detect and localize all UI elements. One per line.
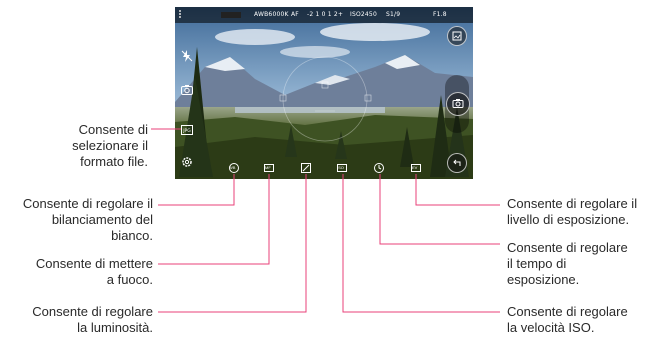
callout-white-balance: Consente di regolare il bilanciamento de… xyxy=(23,196,153,244)
callout-exposure-time-text: Consente di regolare il tempo di esposiz… xyxy=(507,240,628,287)
callout-exposure-level: Consente di regolare il livello di espos… xyxy=(507,196,637,228)
callout-brightness-text: Consente di regolare la luminosità. xyxy=(32,304,153,335)
callout-brightness: Consente di regolare la luminosità. xyxy=(32,304,153,336)
callout-exposure-level-text: Consente di regolare il livello di espos… xyxy=(507,196,638,227)
callout-file-format-text: Consente di selezionare il formato file. xyxy=(72,122,148,169)
callout-iso-speed-text: Consente di regolare la velocità ISO. xyxy=(507,304,628,335)
callout-iso-speed: Consente di regolare la velocità ISO. xyxy=(507,304,628,336)
callout-file-format: Consente di selezionare il formato file. xyxy=(72,122,148,170)
callout-focus-text: Consente di mettere a fuoco. xyxy=(35,256,153,287)
callout-exposure-time: Consente di regolare il tempo di esposiz… xyxy=(507,240,628,288)
callout-focus: Consente di mettere a fuoco. xyxy=(36,256,153,288)
callout-white-balance-text: Consente di regolare il bilanciamento de… xyxy=(22,196,153,243)
